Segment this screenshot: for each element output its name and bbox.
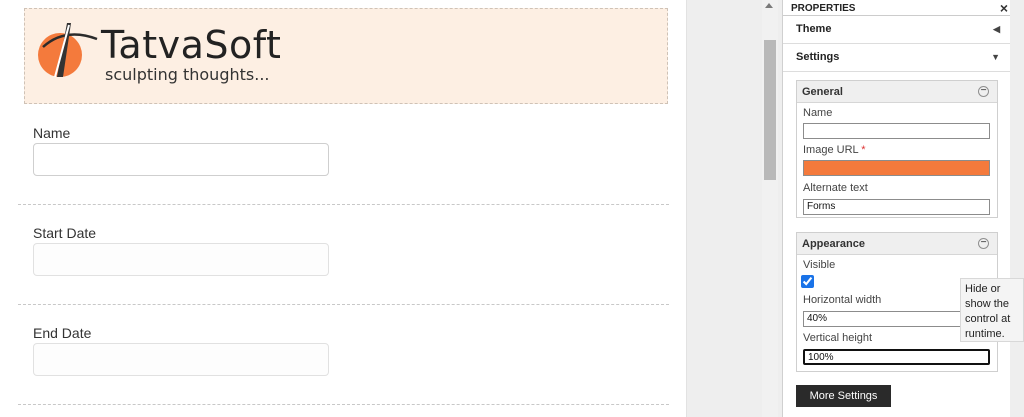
horizontal-width-label: Horizontal width (803, 294, 882, 306)
general-group-header[interactable]: General − (797, 81, 997, 103)
alt-text-input[interactable]: Forms (803, 199, 990, 215)
alt-text-label: Alternate text (803, 182, 868, 194)
appearance-group-header[interactable]: Appearance − (797, 233, 997, 255)
name-field-label: Name (33, 125, 71, 141)
appearance-group-title: Appearance (802, 238, 865, 250)
theme-section-label: Theme (796, 23, 832, 35)
properties-title: PROPERTIES (791, 3, 856, 14)
end-date-input[interactable] (33, 343, 329, 376)
canvas-scrollbar-thumb[interactable] (764, 40, 776, 180)
end-date-field-control[interactable]: End Date (18, 305, 669, 405)
required-marker: * (861, 144, 866, 156)
canvas-gutter (688, 0, 763, 417)
visible-tooltip: Hide or show the control at runtime. (960, 278, 1024, 342)
caret-left-icon: ◀ (993, 24, 1000, 34)
image-url-input[interactable] (803, 160, 990, 176)
logo-tagline: sculpting thoughts... (105, 65, 270, 84)
form-canvas: TatvaSoft sculpting thoughts... Name Sta… (0, 0, 687, 417)
properties-header: PROPERTIES × (783, 0, 1010, 16)
settings-section-label: Settings (796, 51, 840, 63)
image-url-label-text: Image URL (803, 144, 859, 156)
visible-label: Visible (803, 259, 836, 271)
general-group: General − Name Image URL * Alternate tex… (796, 80, 998, 218)
name-prop-input[interactable] (803, 123, 990, 139)
end-date-label: End Date (33, 325, 92, 341)
caret-down-icon: ▼ (991, 52, 1000, 62)
visible-checkbox[interactable] (801, 275, 814, 288)
properties-panel: PROPERTIES × Theme ◀ Settings ▼ General … (782, 0, 1010, 417)
start-date-input[interactable] (33, 243, 329, 276)
logo-image-control[interactable]: TatvaSoft sculpting thoughts... (24, 8, 668, 104)
vertical-height-input[interactable]: 100% (803, 349, 990, 365)
collapse-minus-icon[interactable]: − (978, 86, 989, 97)
more-settings-button[interactable]: More Settings (796, 385, 891, 407)
start-date-field-control[interactable]: Start Date (18, 205, 669, 305)
start-date-label: Start Date (33, 225, 97, 241)
settings-section-toggle[interactable]: Settings ▼ (783, 44, 1010, 72)
name-prop-label: Name (803, 107, 833, 119)
collapse-minus-icon[interactable]: − (978, 238, 989, 249)
logo-wordmark: TatvaSoft (101, 23, 282, 67)
image-url-label: Image URL * (803, 144, 866, 156)
tatvasoft-logo-icon (38, 23, 98, 78)
general-group-title: General (802, 86, 843, 98)
theme-section-toggle[interactable]: Theme ◀ (783, 16, 1010, 44)
scroll-up-arrow-icon[interactable] (765, 3, 773, 8)
name-field-control[interactable]: Name (18, 105, 669, 205)
name-input[interactable] (33, 143, 329, 176)
vertical-height-label: Vertical height (803, 332, 873, 344)
close-icon[interactable]: × (1000, 0, 1008, 16)
